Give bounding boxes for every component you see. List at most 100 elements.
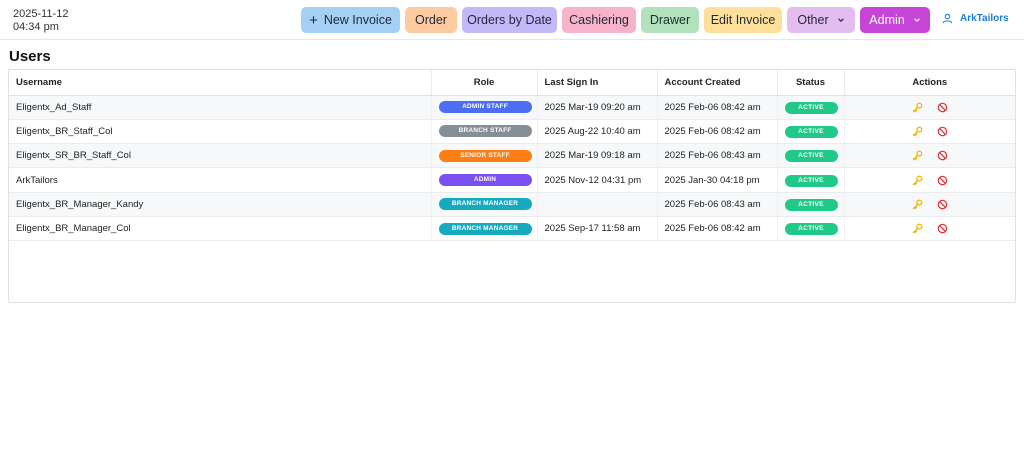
page-title: Users	[9, 48, 51, 65]
cell-status: ACTIVE	[777, 95, 845, 120]
drawer-button[interactable]: Drawer	[641, 7, 699, 33]
current-date: 2025-11-12	[13, 8, 69, 20]
cell-actions	[844, 192, 1015, 217]
cashiering-button[interactable]: Cashiering	[562, 7, 636, 33]
cell-account-created: 2025 Feb-06 08:42 am	[657, 95, 778, 120]
key-icon[interactable]	[912, 199, 923, 210]
cell-role: BRANCH STAFF	[431, 119, 538, 145]
status-badge: ACTIVE	[784, 125, 838, 138]
ban-icon[interactable]	[937, 199, 948, 210]
cell-last-sign-in: 2025 Mar-19 09:20 am	[537, 95, 658, 120]
cell-username: Eligentx_Ad_Staff	[9, 95, 432, 120]
table-row: Eligentx_SR_BR_Staff_Col SENIOR STAFF 2025…	[9, 143, 1015, 169]
status-badge: ACTIVE	[784, 223, 838, 236]
role-badge: BRANCH MANAGER	[438, 222, 532, 235]
user-name: ArkTailors	[960, 13, 1009, 24]
other-dropdown-button[interactable]: Other	[787, 7, 855, 33]
order-button[interactable]: Order	[405, 7, 457, 33]
cell-last-sign-in: 2025 Nov-12 04:31 pm	[537, 167, 658, 193]
cell-account-created: 2025 Feb-06 08:43 am	[657, 143, 778, 169]
ban-icon[interactable]	[937, 150, 948, 161]
table-body: Eligentx_Ad_Staff ADMIN STAFF 2025 Mar-19 …	[9, 95, 1015, 242]
cell-actions	[844, 167, 1015, 193]
edit-invoice-label: Edit Invoice	[710, 13, 776, 27]
ban-icon[interactable]	[937, 126, 948, 137]
cell-actions	[844, 95, 1015, 120]
cell-status: ACTIVE	[777, 143, 845, 169]
role-badge: ADMIN	[438, 174, 532, 187]
cell-actions	[844, 143, 1015, 169]
cell-last-sign-in	[537, 192, 658, 217]
ban-icon[interactable]	[937, 175, 948, 186]
new-invoice-button[interactable]: + New Invoice	[301, 7, 400, 33]
table-row: Eligentx_Ad_Staff ADMIN STAFF 2025 Mar-19 …	[9, 95, 1015, 120]
cell-status: ACTIVE	[777, 216, 845, 242]
column-header-actions: Actions	[844, 70, 1015, 96]
cell-username: Eligentx_BR_Manager_Kandy	[9, 192, 432, 217]
cell-actions	[844, 119, 1015, 145]
cell-username: ArkTailors	[9, 167, 432, 193]
table-row: ArkTailors ADMIN 2025 Nov-12 04:31 pm 2025 …	[9, 167, 1015, 193]
chevron-down-icon	[837, 18, 844, 23]
cell-role: BRANCH MANAGER	[431, 216, 538, 242]
cell-username: Eligentx_SR_BR_Staff_Col	[9, 143, 432, 169]
cell-role: ADMIN	[431, 167, 538, 193]
column-header-account-created: Account Created	[657, 70, 778, 96]
column-header-username: Username	[9, 70, 432, 96]
top-navbar: 2025-11-12 04:34 pm + New Invoice Order …	[0, 0, 1024, 40]
cashiering-label: Cashiering	[569, 13, 629, 27]
cell-status: ACTIVE	[777, 167, 845, 193]
cell-status: ACTIVE	[777, 119, 845, 145]
cell-role: BRANCH MANAGER	[431, 192, 538, 217]
user-icon	[942, 13, 953, 24]
admin-label: Admin	[869, 13, 905, 27]
table-row: Eligentx_BR_Staff_Col BRANCH STAFF 2025 Au…	[9, 119, 1015, 145]
cell-last-sign-in: 2025 Sep-17 11:58 am	[537, 216, 658, 242]
table-row: Eligentx_BR_Manager_Col BRANCH MANAGER 202…	[9, 216, 1015, 242]
other-label: Other	[797, 13, 829, 27]
role-badge: ADMIN STAFF	[438, 101, 532, 114]
key-icon[interactable]	[912, 126, 923, 137]
role-badge: SENIOR STAFF	[438, 149, 532, 162]
table-header-row: Username Role Last Sign In Account Creat…	[9, 70, 1015, 96]
new-invoice-label: New Invoice	[323, 13, 392, 27]
cell-account-created: 2025 Feb-06 08:43 am	[657, 192, 778, 217]
cell-role: SENIOR STAFF	[431, 143, 538, 169]
key-icon[interactable]	[912, 223, 923, 234]
cell-account-created: 2025 Jan-30 04:18 pm	[657, 167, 778, 193]
plus-icon: +	[309, 11, 318, 29]
cell-account-created: 2025 Feb-06 08:42 am	[657, 216, 778, 242]
ban-icon[interactable]	[937, 102, 948, 113]
cell-actions	[844, 216, 1015, 242]
status-badge: ACTIVE	[784, 174, 838, 187]
order-label: Order	[415, 13, 447, 27]
current-time: 04:34 pm	[13, 21, 59, 33]
cell-last-sign-in: 2025 Aug-22 10:40 am	[537, 119, 658, 145]
status-badge: ACTIVE	[784, 101, 838, 114]
key-icon[interactable]	[912, 175, 923, 186]
key-icon[interactable]	[912, 150, 923, 161]
cell-username: Eligentx_BR_Staff_Col	[9, 119, 432, 145]
datetime: 2025-11-12 04:34 pm	[13, 8, 68, 34]
cell-last-sign-in: 2025 Mar-19 09:18 am	[537, 143, 658, 169]
role-badge: BRANCH STAFF	[438, 125, 532, 138]
status-badge: ACTIVE	[784, 150, 838, 163]
admin-dropdown-button[interactable]: Admin	[860, 7, 930, 33]
cell-account-created: 2025 Feb-06 08:42 am	[657, 119, 778, 145]
cell-status: ACTIVE	[777, 192, 845, 217]
column-header-last-sign-in: Last Sign In	[537, 70, 658, 96]
ban-icon[interactable]	[937, 223, 948, 234]
status-badge: ACTIVE	[784, 198, 838, 211]
cell-role: ADMIN STAFF	[431, 95, 538, 120]
table-row: Eligentx_BR_Manager_Kandy BRANCH MANAGER 2…	[9, 192, 1015, 217]
user-account-link[interactable]: ArkTailors	[942, 13, 1009, 24]
chevron-down-icon	[913, 18, 920, 23]
users-table-container: Username Role Last Sign In Account Creat…	[8, 69, 1016, 303]
column-header-role: Role	[431, 70, 538, 96]
column-header-status: Status	[777, 70, 845, 96]
edit-invoice-button[interactable]: Edit Invoice	[704, 7, 782, 33]
users-table: Username Role Last Sign In Account Creat…	[9, 70, 1015, 242]
orders-by-date-button[interactable]: Orders by Date	[462, 7, 557, 33]
drawer-label: Drawer	[649, 13, 691, 27]
key-icon[interactable]	[912, 102, 923, 113]
